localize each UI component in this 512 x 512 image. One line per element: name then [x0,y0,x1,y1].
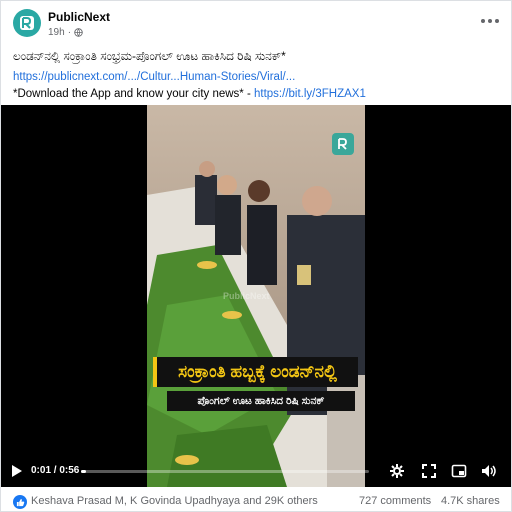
settings-icon[interactable] [389,463,405,479]
comments-count[interactable]: 727 comments [359,495,431,507]
watermark-logo-icon [332,133,354,155]
post-headline: ಲಂಡನ್‌ನಲ್ಲಿ ಸಂಕ್ರಾಂತಿ ಸಂಭ್ರಮ-ಪೊಂಗಲ್ ಊಟ ಹ… [13,49,286,63]
reactors-summary[interactable]: Keshava Prasad M, K Govinda Upadhyaya an… [31,495,318,507]
video-time: 0:01 / 0:56 [31,465,80,476]
globe-icon [74,28,83,37]
post-footer: Keshava Prasad M, K Govinda Upadhyaya an… [1,487,511,511]
article-link[interactable]: https://publicnext.com/.../Cultur...Huma… [13,71,295,83]
fullscreen-icon[interactable] [421,463,437,479]
more-icon-dot [488,19,492,23]
post-card: PublicNext 19h · ಲಂಡನ್‌ನಲ್ಲಿ ಸಂಕ್ರಾಂತಿ ಸ… [0,0,512,512]
caption-line-1: ಸಂಕ್ರಾಂತಿ ಹಬ್ಬಕ್ಕೆ ಲಂಡನ್‌ನಲ್ಲಿ [153,357,358,387]
meta-separator: · [67,27,72,38]
volume-icon[interactable] [481,463,497,479]
caption-line-2: ಪೊಂಗಲ್ ಊಟ ಹಾಕಿಸಿದ ರಿಷಿ ಸುನಕ್ [167,391,355,411]
publicnext-logo-icon [20,16,34,30]
page-name[interactable]: PublicNext [48,10,110,24]
download-text: *Download the App and know your city new… [13,88,254,100]
post-header: PublicNext 19h · [1,1,511,45]
download-link[interactable]: https://bit.ly/3FHZAX1 [254,88,366,100]
play-icon[interactable] [11,464,23,478]
post-time[interactable]: 19h [48,27,65,38]
video-caption: ಸಂಕ್ರಾಂತಿ ಹಬ್ಬಕ್ಕೆ ಲಂಡನ್‌ನಲ್ಲಿ ಪೊಂಗಲ್ ಊಟ… [153,357,358,425]
shares-count[interactable]: 4.7K shares [441,495,500,507]
post-text: ಲಂಡನ್‌ನಲ್ಲಿ ಸಂಕ್ರಾಂತಿ ಸಂಭ್ರಮ-ಪೊಂಗಲ್ ಊಟ ಹ… [13,48,503,103]
like-icon [13,495,27,509]
more-icon-dot [495,19,499,23]
video-progress-fill [81,470,87,473]
pip-icon[interactable] [451,463,467,479]
more-icon-dot [481,19,485,23]
video-player[interactable]: PublicNext ಸಂಕ್ರಾಂತಿ ಹಬ್ಬಕ್ಕೆ ಲಂಡನ್‌ನಲ್ಲ… [1,105,511,487]
video-progress-bar[interactable] [81,470,369,473]
post-meta: 19h · [48,27,83,38]
video-controls: 0:01 / 0:56 [1,455,511,487]
more-options-button[interactable] [481,15,499,27]
page-avatar[interactable] [13,9,41,37]
video-watermark: PublicNext [223,291,270,301]
